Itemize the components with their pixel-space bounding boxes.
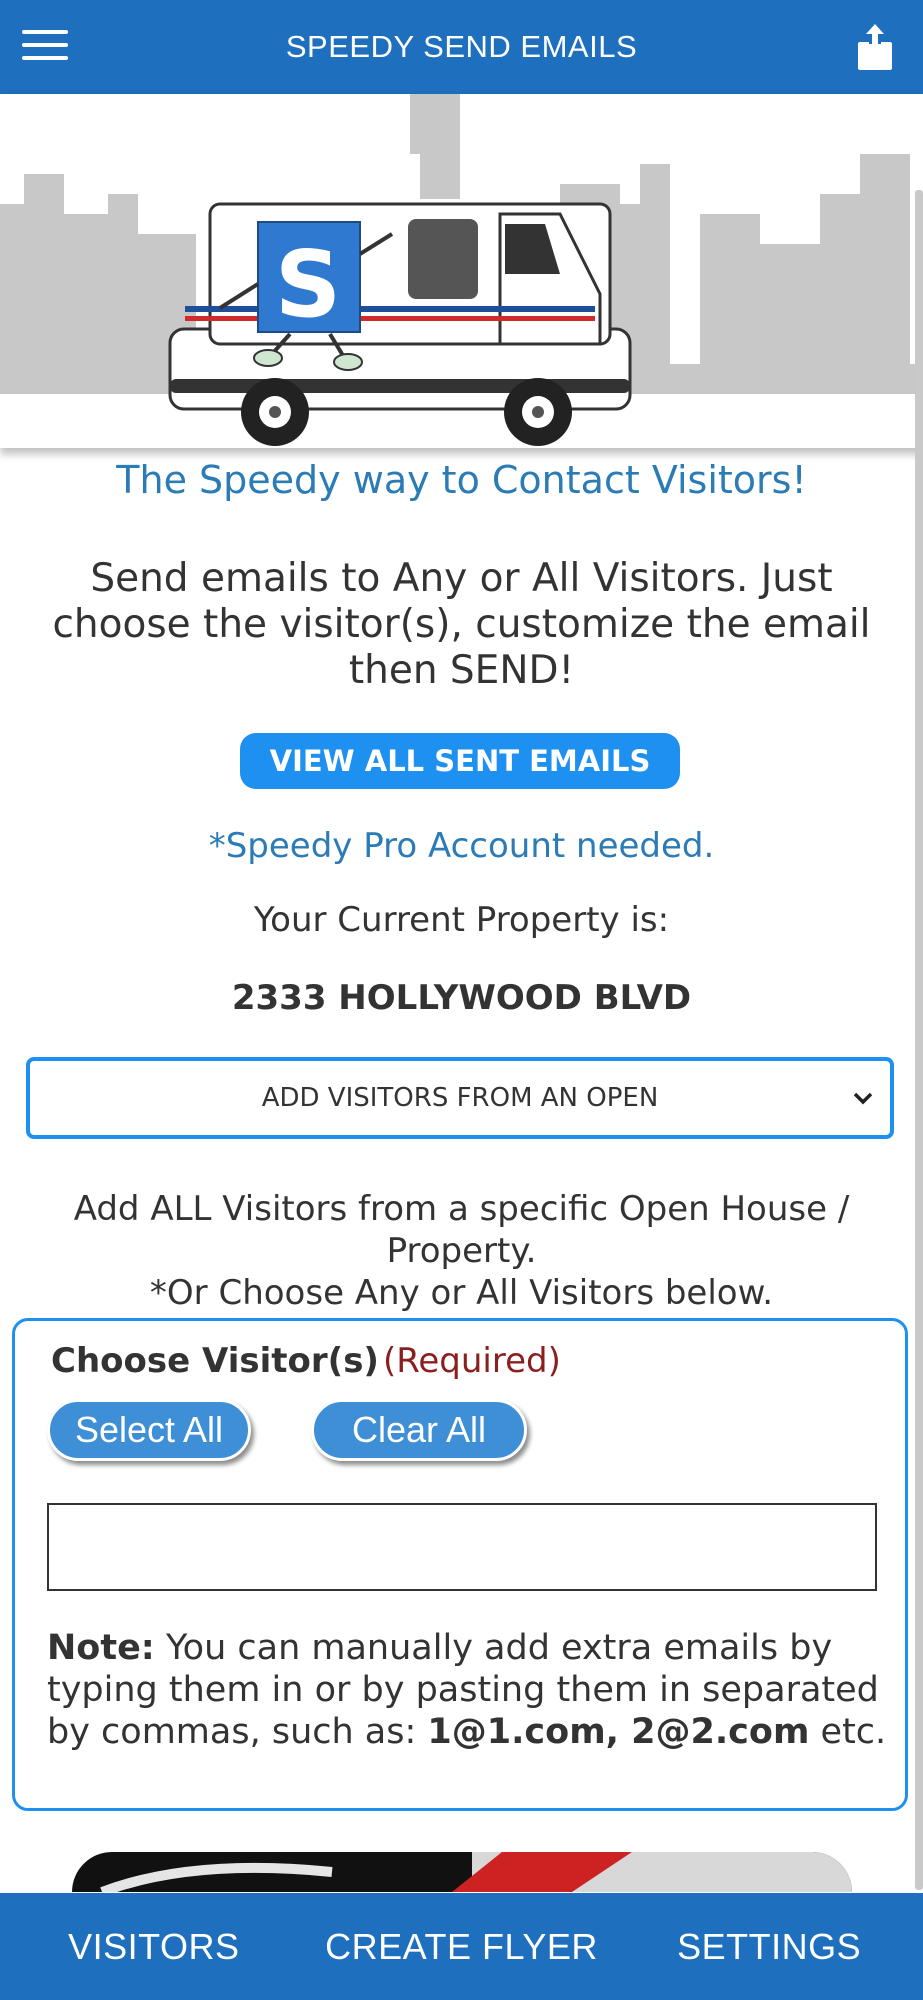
intro-text: Send emails to Any or All Visitors. Just…	[52, 556, 871, 693]
note-example: 1@1.com, 2@2.com	[427, 1712, 810, 1752]
property-name: 2333 HOLLYWOOD BLVD	[231, 978, 692, 1018]
bottom-navigation: VISITORS CREATE FLYER SETTINGS	[0, 1893, 923, 2000]
add-visitors-from-open-select[interactable]: ADD VISITORS FROM AN OPEN	[26, 1057, 894, 1139]
select-all-button[interactable]: Select All	[47, 1399, 251, 1461]
share-icon[interactable]	[855, 22, 895, 72]
required-label: (Required)	[383, 1341, 561, 1381]
manual-emails-note: Note: You can manually add extra emails …	[47, 1627, 887, 1753]
current-property-label: Your Current Property is:	[253, 900, 670, 940]
visitor-emails-input[interactable]	[47, 1503, 877, 1591]
add-all-line1: Add ALL Visitors from a specific Open Ho…	[73, 1189, 850, 1271]
app-title: SPEEDY SEND EMAILS	[285, 29, 638, 64]
choose-visitors-label: Choose Visitor(s)	[51, 1341, 379, 1381]
chevron-down-icon	[853, 1092, 873, 1105]
app-bar: SPEEDY SEND EMAILS	[0, 0, 923, 94]
note-bold: Note:	[47, 1628, 155, 1668]
nav-create-flyer[interactable]: CREATE FLYER	[308, 1926, 616, 1968]
scrollbar[interactable]	[915, 190, 923, 1890]
mail-truck-mascot-illustration: S	[0, 94, 923, 446]
open-select-value: ADD VISITORS FROM AN OPEN	[261, 1083, 659, 1113]
hero-banner: S	[0, 94, 923, 448]
nav-visitors[interactable]: VISITORS	[0, 1926, 308, 1968]
add-all-line2: *Or Choose Any or All Visitors below.	[149, 1273, 774, 1313]
tagline: The Speedy way to Contact Visitors!	[116, 458, 807, 502]
nav-settings[interactable]: SETTINGS	[615, 1926, 923, 1968]
pro-account-note: *Speedy Pro Account needed.	[208, 826, 715, 866]
choose-visitors-panel: Choose Visitor(s) (Required) Select All …	[12, 1318, 908, 1811]
add-all-visitors-text: Add ALL Visitors from a specific Open Ho…	[20, 1188, 903, 1314]
note-end: etc.	[809, 1712, 887, 1752]
svg-text:S: S	[275, 231, 341, 338]
view-all-sent-emails-button[interactable]: VIEW ALL SENT EMAILS	[240, 733, 680, 789]
clear-all-button[interactable]: Clear All	[311, 1399, 527, 1461]
promo-banner[interactable]	[72, 1852, 852, 1892]
hamburger-menu-icon[interactable]	[22, 30, 70, 64]
